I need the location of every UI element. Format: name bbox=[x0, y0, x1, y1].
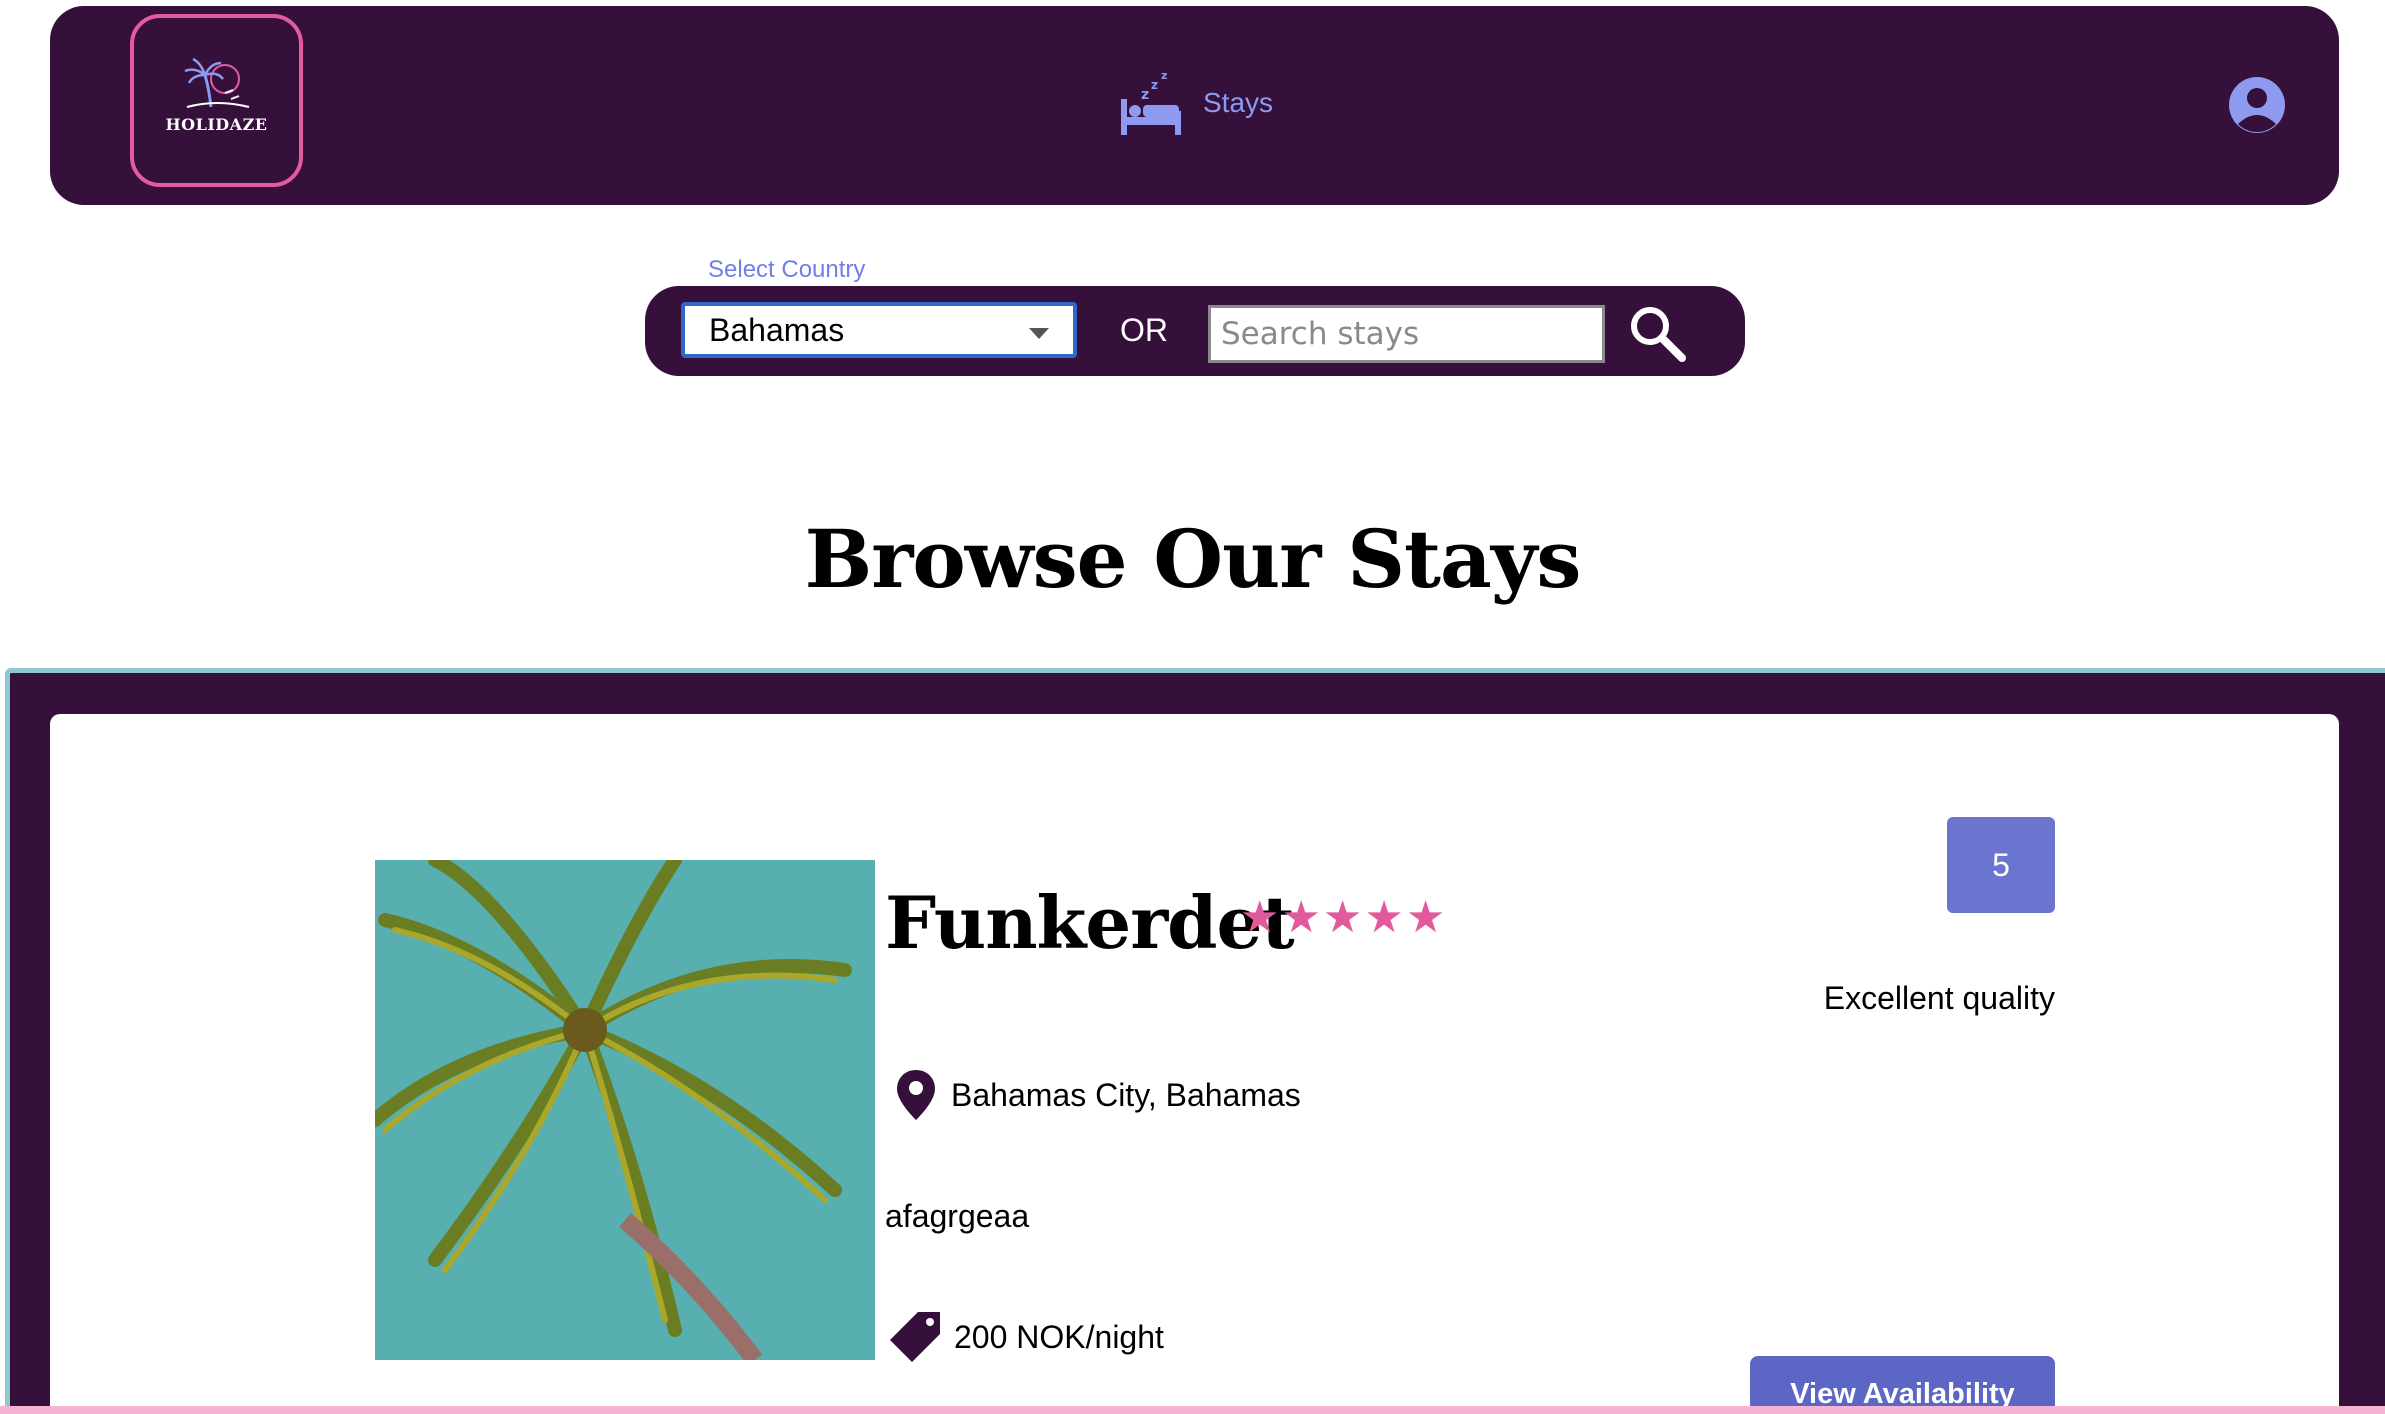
stay-name: Funkerdet bbox=[885, 880, 1295, 965]
logo-link[interactable]: HOLIDAZE bbox=[130, 14, 303, 187]
search-bar: Bahamas OR bbox=[645, 286, 1745, 376]
nav-stays-link[interactable]: z z z Stays bbox=[1117, 69, 1273, 137]
price-row: 200 NOK/night bbox=[888, 1310, 1164, 1364]
user-icon[interactable] bbox=[2228, 76, 2286, 134]
stay-description: afagrgeaa bbox=[885, 1198, 1030, 1234]
star-icon: ★ bbox=[1281, 892, 1321, 943]
svg-text:z: z bbox=[1151, 78, 1158, 92]
bottom-divider bbox=[0, 1406, 2385, 1414]
country-select-value: Bahamas bbox=[709, 311, 845, 348]
svg-text:z: z bbox=[1161, 69, 1167, 82]
location-pin-icon bbox=[897, 1070, 935, 1120]
star-icon: ★ bbox=[1240, 892, 1280, 943]
page-title: Browse Our Stays bbox=[804, 512, 1582, 606]
star-icon: ★ bbox=[1405, 892, 1446, 943]
logo-text: HOLIDAZE bbox=[165, 115, 268, 134]
top-navbar: HOLIDAZE z z z Stays bbox=[50, 6, 2339, 205]
chevron-down-icon bbox=[1029, 328, 1049, 339]
rating-text: Excellent quality bbox=[1823, 980, 2055, 1016]
location-row: Bahamas City, Bahamas bbox=[895, 1068, 1301, 1122]
or-divider-text: OR bbox=[1120, 312, 1168, 348]
price-text: 200 NOK/night bbox=[954, 1318, 1164, 1355]
search-input[interactable] bbox=[1208, 305, 1605, 363]
star-icon: ★ bbox=[1364, 892, 1404, 943]
nav-stays-label: Stays bbox=[1203, 87, 1274, 118]
stay-photo[interactable] bbox=[375, 860, 875, 1360]
location-text: Bahamas City, Bahamas bbox=[951, 1076, 1301, 1113]
search-icon[interactable] bbox=[1628, 304, 1686, 362]
country-select[interactable]: Bahamas bbox=[681, 302, 1077, 358]
star-rating: ★ ★ ★ ★ ★ bbox=[1240, 896, 1445, 940]
star-icon: ★ bbox=[1322, 892, 1363, 943]
rating-score-badge: 5 bbox=[1947, 817, 2055, 913]
palm-logo-icon bbox=[184, 57, 249, 108]
svg-text:z: z bbox=[1141, 87, 1149, 103]
price-tag-icon bbox=[890, 1312, 940, 1362]
palm-tree-photo bbox=[375, 860, 875, 1360]
bed-icon: z z z bbox=[1121, 69, 1181, 135]
page: HOLIDAZE z z z Stays Select Country Baha bbox=[0, 0, 2385, 1414]
select-country-label: Select Country bbox=[708, 256, 866, 283]
